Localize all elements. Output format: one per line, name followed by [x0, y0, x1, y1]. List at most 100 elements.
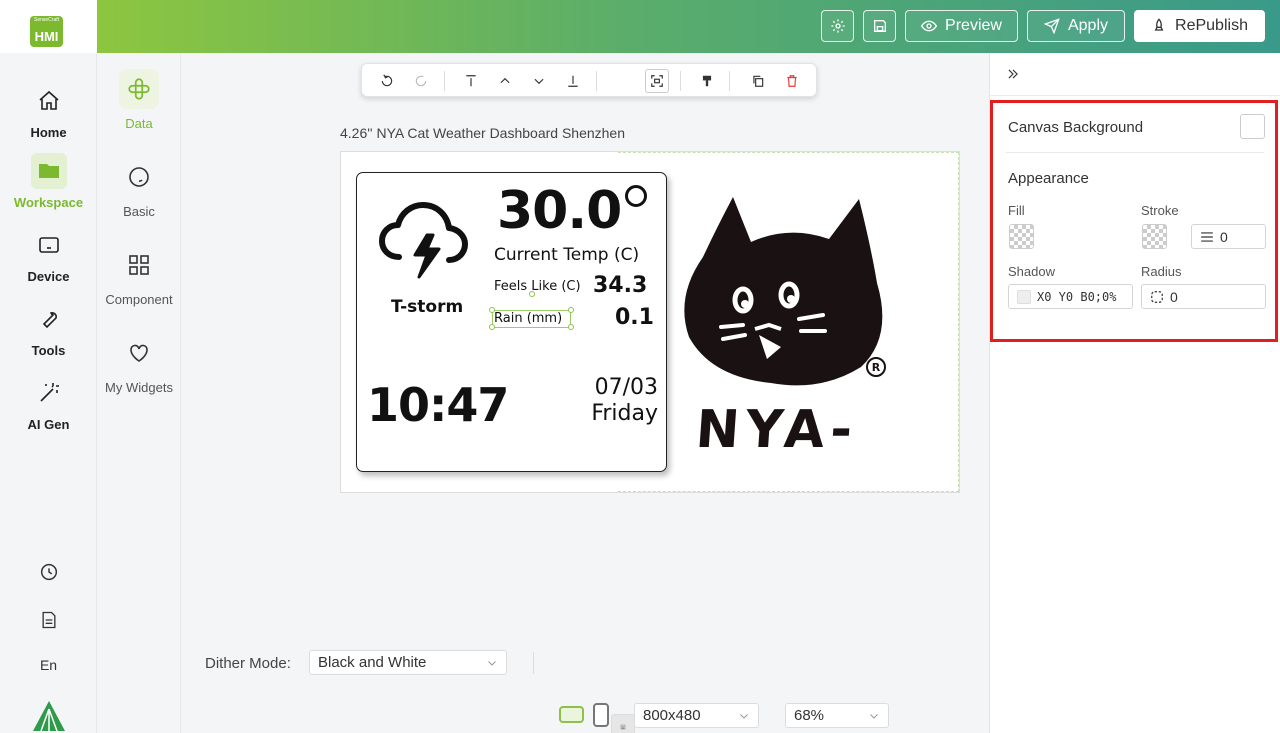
copy-icon	[753, 75, 764, 87]
send-backward-button[interactable]	[527, 69, 551, 93]
settings-button[interactable]	[821, 10, 854, 42]
nav-item-tools[interactable]: Tools	[0, 301, 97, 358]
home-icon	[38, 90, 59, 110]
zoom-select[interactable]: 68%	[785, 703, 889, 728]
align-tool-button[interactable]	[611, 714, 635, 733]
feels-like-label: Feels Like (C)	[494, 279, 581, 294]
format-painter-button[interactable]	[695, 69, 719, 93]
shadow-input[interactable]: X0 Y0 B0;0%	[1008, 284, 1133, 309]
sub-item-my-widgets[interactable]: My Widgets	[97, 333, 181, 395]
line-weight-icon	[1201, 231, 1213, 242]
section-divider	[1006, 152, 1264, 153]
landscape-orientation-button[interactable]	[559, 706, 584, 723]
rain-value: 0.1	[615, 305, 654, 330]
nav-item-workspace[interactable]: Workspace	[0, 153, 97, 210]
sub-item-label: Basic	[123, 204, 155, 219]
dither-mode-label: Dither Mode:	[205, 655, 291, 672]
history-button[interactable]	[0, 561, 97, 583]
align-top-icon	[466, 75, 476, 87]
collapse-panel-button[interactable]	[1006, 65, 1020, 86]
redo-button[interactable]	[409, 69, 433, 93]
date-block: 07/03 Friday	[591, 375, 658, 427]
resolution-select[interactable]: 800x480	[634, 703, 759, 728]
grid-icon	[129, 255, 149, 275]
bring-forward-button[interactable]	[493, 69, 517, 93]
top-header: Preview Apply RePublish	[97, 0, 1280, 53]
nav-label: Home	[30, 125, 67, 140]
radius-input[interactable]: 0	[1141, 284, 1266, 309]
fill-swatch[interactable]	[1009, 224, 1034, 249]
preview-button[interactable]: Preview	[905, 10, 1018, 42]
heart-icon	[130, 344, 148, 362]
rotate-handle[interactable]	[529, 291, 535, 297]
nya-cat-image[interactable]	[681, 187, 897, 387]
eye-icon	[921, 20, 938, 32]
fit-frame-icon	[651, 75, 663, 87]
weather-card[interactable]: T-storm 30.0 Current Temp (C) Feels Like…	[356, 172, 667, 472]
edit-toolbar	[361, 63, 817, 733]
canvas-background-label: Canvas Background	[1008, 119, 1144, 136]
stroke-swatch[interactable]	[1142, 224, 1167, 249]
nya-brand-text: NYA-	[693, 400, 861, 460]
canvas-title: 4.26'' NYA Cat Weather Dashboard Shenzhe…	[340, 125, 626, 141]
weekday-value: Friday	[591, 401, 658, 426]
language-switch[interactable]: En	[0, 657, 97, 673]
send-to-back-button[interactable]	[561, 69, 585, 93]
data-icon	[128, 78, 150, 100]
zoom-value: 68%	[794, 707, 825, 724]
apply-button[interactable]: Apply	[1027, 10, 1125, 42]
delete-button[interactable]	[780, 69, 804, 93]
magic-wand-icon	[39, 383, 59, 402]
sub-item-label: Data	[125, 116, 153, 131]
current-temp: 30.0	[497, 181, 622, 241]
rain-label: Rain (mm)	[494, 311, 563, 326]
nav-item-home[interactable]: Home	[0, 83, 97, 140]
mountain-logo-icon	[32, 701, 65, 732]
design-canvas[interactable]: T-storm 30.0 Current Temp (C) Feels Like…	[340, 151, 960, 493]
shadow-color-swatch[interactable]	[1017, 289, 1031, 304]
degree-symbol	[625, 185, 647, 207]
device-icon	[38, 237, 59, 253]
sub-item-basic[interactable]: Basic	[97, 157, 181, 219]
radius-value: 0	[1170, 288, 1178, 305]
corner-radius-icon	[1151, 290, 1163, 303]
condition-text: T-storm	[391, 297, 464, 317]
portrait-orientation-button[interactable]	[593, 703, 609, 727]
widget-panel: Data Basic Component My Widgets	[97, 53, 181, 733]
shadow-label: Shadow	[1008, 264, 1055, 279]
align-bottom-icon	[568, 75, 578, 87]
undo-button[interactable]	[375, 69, 399, 93]
divider	[533, 652, 534, 674]
republish-label: RePublish	[1175, 17, 1248, 34]
date-value: 07/03	[594, 375, 658, 400]
resize-handle[interactable]	[568, 324, 574, 330]
bring-to-front-button[interactable]	[459, 69, 483, 93]
panel-divider	[990, 95, 1280, 96]
document-icon	[42, 611, 55, 629]
stroke-label: Stroke	[1141, 203, 1179, 218]
logo-area: HMI SenseCraft	[0, 0, 97, 53]
resolution-value: 800x480	[643, 707, 701, 724]
chevron-down-icon	[534, 78, 544, 85]
folder-icon	[38, 164, 59, 178]
resize-handle[interactable]	[568, 307, 574, 313]
docs-button[interactable]	[0, 609, 97, 631]
sub-item-component[interactable]: Component	[97, 245, 181, 307]
republish-button[interactable]: RePublish	[1134, 10, 1265, 42]
fill-label: Fill	[1008, 203, 1025, 218]
apply-label: Apply	[1067, 17, 1109, 34]
save-button[interactable]	[863, 10, 896, 42]
fit-button[interactable]	[645, 69, 669, 93]
chevron-down-icon	[488, 661, 496, 666]
nav-label: Tools	[31, 343, 66, 358]
stroke-width-input[interactable]: 0	[1191, 224, 1266, 249]
shadow-value: X0 Y0 B0;0%	[1037, 289, 1117, 304]
circle-icon	[129, 167, 149, 187]
nav-item-device[interactable]: Device	[0, 227, 97, 284]
duplicate-button[interactable]	[746, 69, 770, 93]
preview-label: Preview	[945, 17, 1002, 34]
canvas-background-swatch[interactable]	[1240, 114, 1265, 139]
dither-mode-select[interactable]: Black and White	[309, 650, 507, 675]
sub-item-data[interactable]: Data	[97, 69, 181, 131]
nav-item-ai-gen[interactable]: AI Gen	[0, 375, 97, 432]
